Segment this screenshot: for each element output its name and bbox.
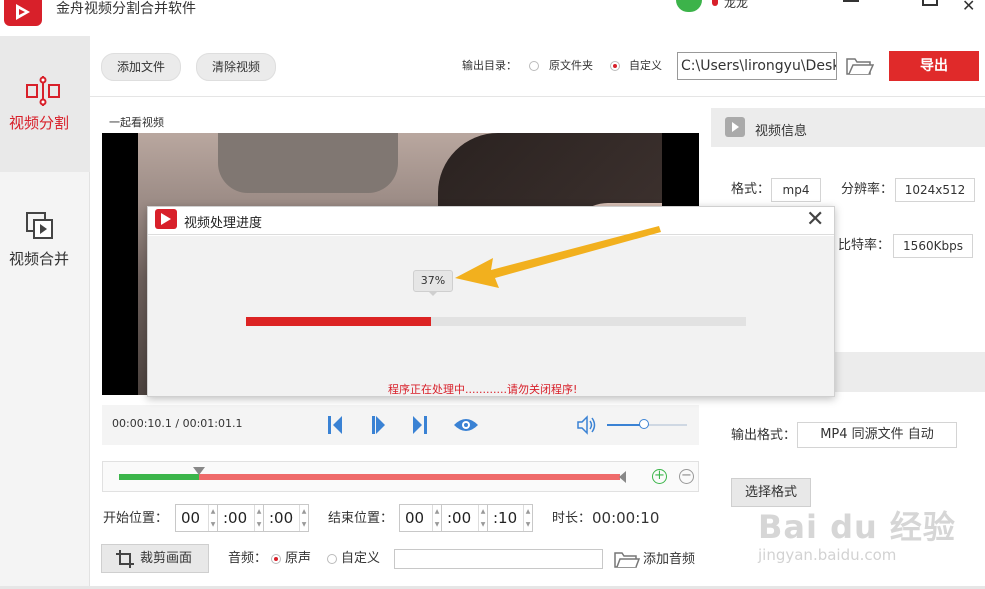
watermark-url: jingyan.baidu.com bbox=[758, 546, 897, 564]
start-hours-value: 00 bbox=[181, 509, 201, 527]
play-logo-icon bbox=[16, 4, 30, 20]
radio-source-folder[interactable] bbox=[529, 61, 539, 71]
stepper-arrows-icon[interactable]: ▲ ▼ bbox=[299, 505, 308, 531]
toolbar-divider bbox=[90, 96, 985, 97]
audio-original-label[interactable]: 原声 bbox=[285, 550, 311, 568]
minimize-icon[interactable] bbox=[843, 0, 859, 2]
crop-icon bbox=[116, 550, 134, 568]
radio-audio-custom[interactable] bbox=[327, 554, 337, 564]
app-title: 金舟视频分割合并软件 bbox=[56, 1, 196, 17]
output-dir-label: 输出目录： bbox=[462, 59, 517, 72]
end-seconds-stepper[interactable]: :10 ▲ ▼ bbox=[487, 504, 533, 532]
end-position-label: 结束位置： bbox=[328, 511, 394, 526]
video-title: 一起看视频 bbox=[109, 116, 164, 129]
clear-video-button[interactable]: 清除视频 bbox=[196, 53, 276, 81]
trim-end-handle[interactable] bbox=[619, 471, 626, 483]
video-info-header: 视频信息 bbox=[711, 108, 985, 147]
sidebar-item-merge[interactable]: 视频合并 bbox=[0, 172, 90, 302]
output-format-label: 输出格式： bbox=[731, 428, 797, 443]
add-file-button[interactable]: 添加文件 bbox=[101, 53, 181, 81]
audio-folder-icon[interactable] bbox=[614, 550, 641, 572]
duration-value: 00:00:10 bbox=[592, 509, 660, 527]
end-minutes-stepper[interactable]: :00 ▲ ▼ bbox=[441, 504, 488, 532]
audio-custom-label[interactable]: 自定义 bbox=[341, 550, 380, 568]
volume-slider-knob[interactable] bbox=[639, 419, 649, 429]
timeline-selected-segment bbox=[199, 474, 620, 480]
start-position-label: 开始位置： bbox=[103, 511, 169, 526]
export-button[interactable]: 导出 bbox=[889, 51, 979, 81]
remove-segment-icon[interactable]: − bbox=[679, 469, 694, 484]
video-info-title: 视频信息 bbox=[755, 124, 808, 139]
bitrate-label: 比特率： bbox=[838, 238, 891, 253]
play-icon[interactable] bbox=[371, 415, 387, 438]
app-logo bbox=[4, 0, 42, 26]
folder-icon[interactable] bbox=[846, 56, 875, 79]
time-display: 00:00:10.1 / 00:01:01.1 bbox=[112, 417, 243, 430]
resolution-value: 1024x512 bbox=[895, 178, 975, 202]
login-label[interactable]: 龙龙 bbox=[724, 0, 748, 11]
percent-bubble-tail bbox=[428, 291, 438, 296]
stepper-arrows-icon[interactable]: ▲ ▼ bbox=[254, 505, 263, 531]
radio-custom[interactable] bbox=[610, 61, 620, 71]
split-icon bbox=[26, 76, 60, 106]
crop-button[interactable]: 裁剪画面 bbox=[101, 544, 209, 573]
stepper-arrows-icon[interactable]: ▲ ▼ bbox=[523, 505, 532, 531]
annotation-arrow-icon bbox=[455, 226, 661, 288]
next-frame-icon[interactable] bbox=[410, 415, 428, 438]
add-segment-icon[interactable]: + bbox=[652, 469, 667, 484]
resolution-label: 分辨率： bbox=[841, 182, 894, 197]
end-seconds-value: :10 bbox=[493, 509, 518, 527]
format-value: mp4 bbox=[771, 178, 821, 202]
source-folder-label[interactable]: 原文件夹 bbox=[549, 58, 593, 74]
user-icon[interactable] bbox=[712, 0, 718, 6]
start-minutes-stepper[interactable]: :00 ▲ ▼ bbox=[217, 504, 264, 532]
dialog-logo-icon bbox=[155, 209, 177, 229]
output-format-value[interactable]: MP4 同源文件 自动 bbox=[797, 422, 957, 448]
stepper-arrows-icon[interactable]: ▲ ▼ bbox=[432, 505, 441, 531]
end-minutes-value: :00 bbox=[447, 509, 472, 527]
bitrate-value: 1560Kbps bbox=[893, 234, 973, 258]
sidebar-item-split[interactable]: 视频分割 bbox=[0, 36, 90, 172]
watermark-logo: Bai du 经验 bbox=[758, 508, 956, 546]
maximize-icon[interactable] bbox=[922, 0, 938, 6]
volume-icon[interactable] bbox=[576, 415, 598, 438]
audio-path-input[interactable] bbox=[394, 549, 603, 569]
end-hours-stepper[interactable]: 00 ▲ ▼ bbox=[399, 504, 442, 532]
dialog-title: 视频处理进度 bbox=[184, 216, 263, 231]
start-hours-stepper[interactable]: 00 ▲ ▼ bbox=[175, 504, 218, 532]
start-minutes-value: :00 bbox=[223, 509, 248, 527]
crop-button-label: 裁剪画面 bbox=[140, 551, 193, 566]
trim-start-handle[interactable] bbox=[193, 467, 205, 475]
processing-message: 程序正在处理中............请勿关闭程序! bbox=[388, 383, 578, 396]
add-audio-button[interactable]: 添加音频 bbox=[643, 551, 695, 569]
duration-label: 时长： bbox=[552, 511, 592, 526]
start-seconds-value: :00 bbox=[269, 509, 294, 527]
previous-frame-icon[interactable] bbox=[327, 415, 345, 438]
output-path-input[interactable]: C:\Users\lirongyu\Desk bbox=[677, 52, 837, 80]
close-window-icon[interactable]: ✕ bbox=[962, 0, 975, 15]
timeline-played-segment bbox=[119, 474, 199, 480]
sidebar-item-label: 视频合并 bbox=[9, 250, 70, 268]
format-label: 格式： bbox=[731, 182, 771, 197]
radio-audio-original[interactable] bbox=[271, 554, 281, 564]
merge-icon bbox=[26, 212, 53, 239]
custom-label[interactable]: 自定义 bbox=[629, 58, 662, 74]
stepper-arrows-icon[interactable]: ▲ ▼ bbox=[208, 505, 217, 531]
audio-label: 音频： bbox=[228, 551, 268, 566]
stepper-arrows-icon[interactable]: ▲ ▼ bbox=[478, 505, 487, 531]
start-seconds-stepper[interactable]: :00 ▲ ▼ bbox=[263, 504, 309, 532]
video-info-icon bbox=[725, 117, 745, 137]
dialog-close-icon[interactable]: ✕ bbox=[806, 207, 824, 233]
preview-eye-icon[interactable] bbox=[453, 417, 479, 436]
progress-bar-fill bbox=[246, 317, 431, 326]
end-hours-value: 00 bbox=[405, 509, 425, 527]
sidebar-item-label: 视频分割 bbox=[9, 114, 70, 132]
